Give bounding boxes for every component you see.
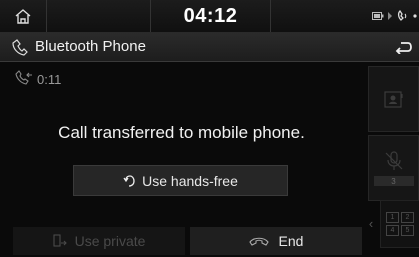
- back-arrow-icon: [395, 42, 412, 54]
- status-icons: [372, 9, 417, 23]
- contacts-button[interactable]: [368, 66, 419, 132]
- mic-mute-button[interactable]: 3: [368, 135, 419, 201]
- home-button[interactable]: [0, 0, 47, 32]
- battery-icon: [372, 12, 384, 20]
- end-call-button[interactable]: End: [190, 227, 362, 255]
- arrow-right-icon: [388, 12, 392, 20]
- hang-up-icon: [248, 237, 269, 246]
- mic-muted-icon: [385, 151, 402, 170]
- home-icon: [15, 9, 31, 24]
- keypad-button[interactable]: 1 2 4 5: [380, 200, 419, 248]
- call-status-message: Call transferred to mobile phone.: [58, 123, 305, 142]
- bluetooth-call-icon: [397, 9, 407, 21]
- keypad-key: 5: [401, 225, 414, 236]
- transfer-arrow-icon: [123, 174, 135, 187]
- keypad-key: 4: [386, 225, 399, 236]
- mobile-transfer-icon: [53, 234, 67, 247]
- chevron-left-icon[interactable]: ‹: [365, 208, 377, 238]
- page-title: Bluetooth Phone: [35, 38, 146, 55]
- mic-volume-level: 3: [373, 176, 414, 186]
- end-call-label: End: [278, 233, 304, 249]
- use-hands-free-button[interactable]: Use hands-free: [73, 165, 288, 196]
- use-hands-free-label: Use hands-free: [142, 172, 238, 189]
- use-private-button[interactable]: Use private: [13, 227, 185, 255]
- keypad-key: 2: [401, 212, 414, 223]
- contacts-icon: [383, 91, 403, 108]
- back-button[interactable]: [388, 33, 419, 61]
- keypad-icon: 1 2 4 5: [386, 212, 414, 236]
- clock: 04:12: [150, 0, 271, 32]
- use-private-label: Use private: [74, 233, 146, 249]
- signal-dot-icon: [413, 14, 417, 18]
- keypad-key: 1: [386, 212, 399, 223]
- call-transfer-icon: [15, 70, 32, 85]
- call-timer: 0:11: [37, 72, 62, 87]
- phone-handset-icon: [12, 39, 28, 56]
